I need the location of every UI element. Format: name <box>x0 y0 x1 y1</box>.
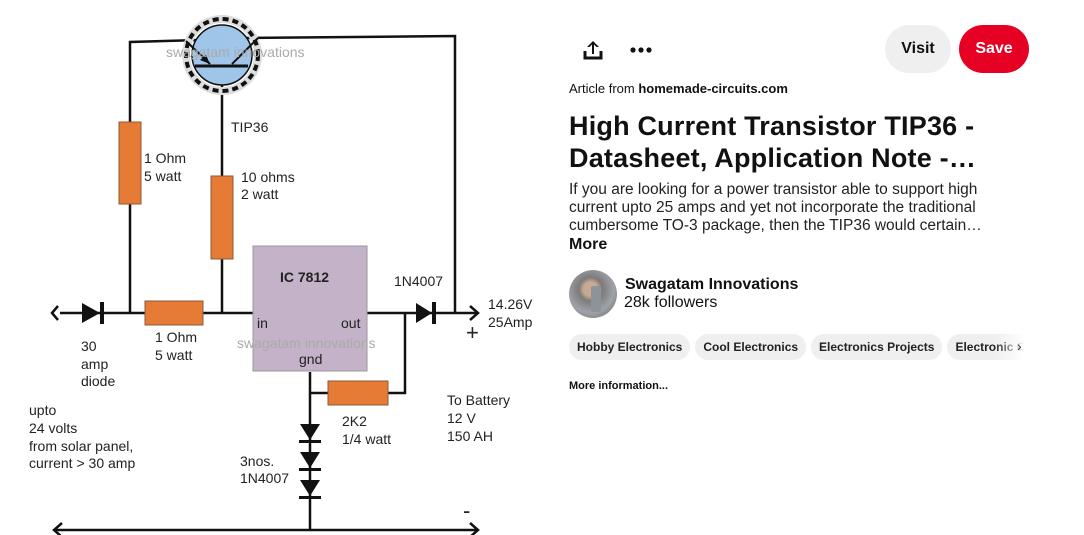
r2-label-1: 10 ohms <box>241 169 295 185</box>
minus-sign: - <box>463 498 470 523</box>
input-diode-label-1: 30 <box>81 338 97 354</box>
tag-hobby-electronics[interactable]: Hobby Electronics <box>569 334 691 360</box>
source-prefix: Article from <box>569 81 635 96</box>
diodes-label-1: 3nos. <box>240 453 274 469</box>
more-link[interactable]: More <box>569 236 607 254</box>
input-label-2: 24 volts <box>29 420 77 436</box>
r1-label-2: 5 watt <box>144 168 181 184</box>
r3-label-2: 5 watt <box>155 347 192 363</box>
ic-label: IC 7812 <box>280 269 329 285</box>
source-domain-link[interactable]: homemade-circuits.com <box>638 81 788 96</box>
chevron-right-icon[interactable]: › <box>1017 338 1022 354</box>
article-source: Article from homemade-circuits.com <box>569 81 788 96</box>
save-button[interactable]: Save <box>959 25 1029 73</box>
transistor-label: TIP36 <box>231 119 269 135</box>
input-diode-label-2: amp <box>81 356 108 372</box>
r1-label-1: 1 Ohm <box>144 150 186 166</box>
output-current: 25Amp <box>488 314 533 330</box>
watermark-top: swagatam innovations <box>166 44 305 60</box>
input-label-4: current > 30 amp <box>29 455 135 471</box>
ic-gnd-label: gnd <box>299 351 322 367</box>
creator-avatar[interactable] <box>569 270 617 318</box>
input-label-1: upto <box>29 402 56 418</box>
battery-label-2: 12 V <box>447 410 476 426</box>
diodes-label-2: 1N4007 <box>240 470 289 486</box>
ic-out-label: out <box>341 315 361 331</box>
watermark-ic: swagatam innovations <box>237 335 376 351</box>
tag-list: Hobby Electronics Cool Electronics Elect… <box>569 334 1029 360</box>
r2-label-2: 2 watt <box>241 186 278 202</box>
visit-button[interactable]: Visit <box>885 25 951 73</box>
tag-electronics-projects[interactable]: Electronics Projects <box>811 334 943 360</box>
output-voltage: 14.26V <box>488 296 533 312</box>
battery-label-3: 150 AH <box>447 428 493 444</box>
r4-label-2: 1/4 watt <box>342 431 391 447</box>
pin-title[interactable]: High Current Transistor TIP36 - Datashee… <box>569 110 1019 174</box>
ic-in-label: in <box>257 315 268 331</box>
share-icon <box>583 41 603 60</box>
creator-name[interactable]: Swagatam Innovations <box>625 276 798 294</box>
circuit-diagram-image: swagatam innovations TIP36 1 Ohm 5 watt … <box>29 15 533 535</box>
more-information-link[interactable]: More information... <box>569 380 668 392</box>
output-diode-label: 1N4007 <box>394 273 443 289</box>
ellipsis-icon <box>630 47 652 53</box>
r3-label-1: 1 Ohm <box>155 329 197 345</box>
pin-description: If you are looking for a power transisto… <box>569 181 982 234</box>
input-label-3: from solar panel, <box>29 438 133 454</box>
plus-sign: + <box>466 320 479 345</box>
r4-label-1: 2K2 <box>342 413 367 429</box>
battery-label-1: To Battery <box>447 392 510 408</box>
tag-cool-electronics[interactable]: Cool Electronics <box>695 334 807 360</box>
input-diode-label-3: diode <box>81 373 115 389</box>
creator-followers: 28k followers <box>624 294 718 311</box>
share-button[interactable] <box>575 32 611 68</box>
more-options-button[interactable] <box>623 32 659 68</box>
